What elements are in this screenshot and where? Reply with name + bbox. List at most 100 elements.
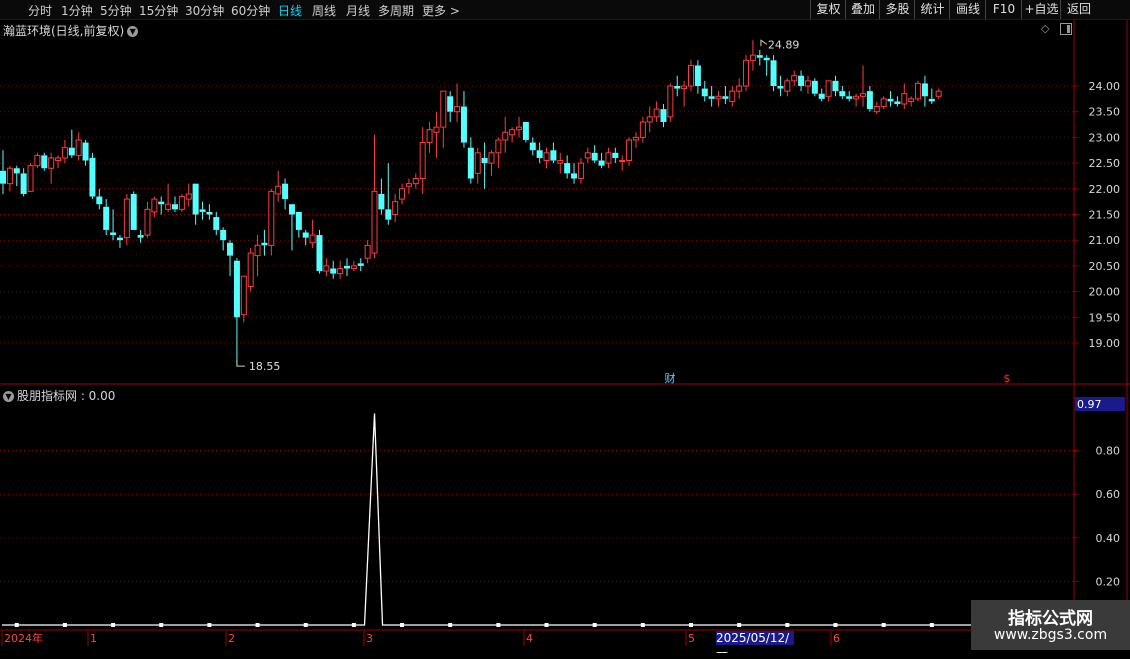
main-chart-title[interactable]: 瀚蓝环境(日线,前复权) ▼	[3, 22, 139, 39]
candle	[502, 116, 509, 153]
candle	[577, 157, 584, 184]
time-axis-label: 4	[526, 632, 533, 645]
candle-body-up	[34, 154, 41, 167]
indicator-title[interactable]: ▼ 股朋指标网 : 0.00	[3, 387, 115, 404]
candle	[158, 196, 165, 215]
candle-body-up	[688, 64, 694, 87]
candle-body-down	[770, 60, 777, 86]
candle	[770, 55, 777, 92]
candle	[185, 183, 192, 207]
indicator-dot	[303, 623, 308, 627]
candle	[392, 193, 399, 223]
event-marker-1[interactable]: $	[1004, 372, 1011, 385]
candle	[282, 178, 289, 210]
price-tick-label: 23.50	[1089, 106, 1121, 119]
candle	[178, 193, 185, 212]
candle-body-up	[646, 116, 653, 123]
candle-body-down	[798, 75, 805, 86]
candle	[220, 227, 227, 251]
time-axis-label: 2	[228, 632, 235, 645]
candle-body-up	[27, 165, 34, 192]
candle-body-down	[282, 183, 289, 200]
indicator-name-value: 股朋指标网 : 0.00	[17, 389, 116, 403]
low-price-label: 18.55	[249, 360, 280, 373]
candle-body-up	[426, 129, 433, 144]
candle-body-up	[412, 178, 419, 185]
candle-body-down	[158, 201, 165, 205]
candle	[749, 40, 756, 71]
candle-body-down	[660, 109, 667, 122]
candle	[880, 96, 887, 110]
candle-body-down	[213, 217, 220, 230]
candle-body-down	[694, 65, 701, 86]
price-tick-label: 20.50	[1089, 260, 1121, 273]
candle	[454, 83, 461, 122]
candle	[261, 229, 268, 256]
candle	[433, 111, 440, 158]
candle-body-up	[667, 85, 674, 118]
candle-body-up	[495, 139, 502, 154]
candle	[866, 86, 873, 112]
candle-body-down	[288, 204, 295, 215]
indicator-dot	[496, 623, 501, 627]
candle-body-down	[220, 229, 227, 241]
candle	[522, 121, 529, 143]
candle	[199, 201, 206, 220]
candle-body-down	[0, 170, 6, 184]
candle-body-down	[13, 168, 20, 174]
candle	[763, 55, 770, 76]
candle-body-down	[529, 142, 536, 151]
candle-body-up	[626, 139, 633, 162]
candle	[598, 152, 605, 169]
indicator-tick-label: 0.40	[1096, 532, 1121, 545]
candle-body-up	[350, 265, 357, 269]
candle-body-up	[908, 98, 915, 102]
candle-body-down	[928, 98, 935, 102]
candle-body-down	[612, 152, 619, 158]
candle	[330, 260, 337, 279]
price-tick-label: 21.00	[1089, 234, 1121, 247]
candle	[254, 235, 261, 277]
candle-body-up	[901, 93, 908, 105]
candle-body-up	[474, 152, 481, 174]
candle	[557, 152, 564, 174]
candle	[804, 75, 811, 94]
candle-body-up	[55, 157, 62, 162]
candle	[323, 258, 330, 277]
candle	[247, 247, 254, 292]
candle	[61, 139, 68, 164]
candle-body-up	[309, 234, 316, 244]
candle-body-down	[756, 55, 763, 58]
indicator-dot	[400, 623, 405, 627]
candle-body-down	[233, 260, 240, 318]
diamond-icon[interactable]: ◇	[1041, 22, 1049, 35]
candle-body-down	[777, 86, 784, 89]
candle	[516, 116, 522, 138]
indicator-dot	[785, 623, 790, 627]
time-axis-label: 5	[688, 632, 695, 645]
candle-body-down	[894, 101, 901, 104]
candle	[798, 70, 805, 92]
candle-body-up	[399, 188, 406, 200]
candle	[41, 152, 48, 171]
candle-body-down	[357, 263, 364, 266]
candle	[206, 204, 213, 220]
chevron-down-icon[interactable]: ▼	[127, 26, 139, 37]
event-marker-0[interactable]: 财	[665, 371, 676, 385]
candle-body-down	[481, 157, 488, 164]
candle	[846, 91, 853, 102]
time-axis-label: 6	[833, 632, 840, 645]
candle	[887, 91, 894, 107]
candle-body-up	[639, 121, 646, 138]
candle	[632, 132, 639, 148]
candle	[82, 139, 89, 166]
candle	[172, 196, 178, 212]
candle-body-down	[811, 80, 818, 94]
candle	[130, 191, 137, 230]
window-icon[interactable]	[1060, 23, 1072, 35]
candle	[832, 75, 839, 97]
candle-body-up	[240, 275, 247, 316]
chevron-down-icon[interactable]: ▼	[3, 391, 14, 402]
candle-body-down	[887, 98, 894, 102]
candle	[612, 147, 619, 164]
